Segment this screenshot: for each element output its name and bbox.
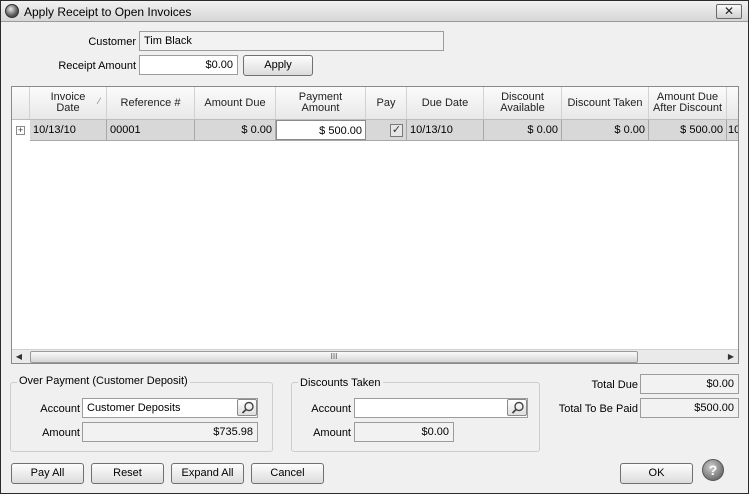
payment-amount-input[interactable]: $ 500.00 [276,120,366,140]
discounts-account-label: Account [311,403,351,415]
total-due-label: Total Due [591,379,638,391]
cell-discount-available: $ 0.00 [484,120,562,140]
cell-amount-due-after-discount: $ 500.00 [649,120,727,140]
search-icon [511,401,524,414]
total-to-be-paid-field: $500.00 [640,398,739,418]
expand-row-icon[interactable]: + [16,126,25,135]
reset-button[interactable]: Reset [91,463,164,484]
discounts-account-input[interactable] [354,398,528,418]
cell-due-date: 10/13/10 [407,120,484,140]
scroll-grip: III [330,352,338,361]
discounts-title: Discounts Taken [298,377,383,389]
pay-all-button[interactable]: Pay All [11,463,84,484]
title-bar: Apply Receipt to Open Invoices ✕ [1,1,748,22]
customer-label: Customer [88,36,136,48]
column-overflow [727,87,738,119]
cancel-button[interactable]: Cancel [251,463,324,484]
grid-header: Invoice Date ⁄ Reference # Amount Due Pa… [12,87,738,120]
cell-amount-due: $ 0.00 [195,120,276,140]
column-discount-available[interactable]: Discount Available [484,87,562,119]
column-discount-taken[interactable]: Discount Taken [562,87,649,119]
column-amount-due[interactable]: Amount Due [195,87,276,119]
column-invoice-date[interactable]: Invoice Date ⁄ [30,87,107,119]
overpayment-amount-field: $735.98 [82,422,258,442]
column-amount-due-after-discount[interactable]: Amount Due After Discount [649,87,727,119]
receipt-amount-input[interactable]: $0.00 [139,55,238,75]
discounts-amount-label: Amount [313,427,351,439]
discounts-account-lookup-button[interactable] [507,399,527,416]
invoices-grid: Invoice Date ⁄ Reference # Amount Due Pa… [11,86,739,364]
ok-button[interactable]: OK [620,463,693,484]
apply-receipt-dialog: Apply Receipt to Open Invoices ✕ Custome… [0,0,749,494]
receipt-amount-label: Receipt Amount [58,60,136,72]
overpayment-account-input[interactable]: Customer Deposits [82,398,258,418]
column-invoice-date-label: Invoice Date [50,91,86,114]
pay-checkbox[interactable]: ✓ [390,124,403,137]
column-due-date[interactable]: Due Date [407,87,484,119]
cell-overflow: 10 [728,124,738,136]
horizontal-scrollbar[interactable]: ◀ III ▶ [12,349,738,363]
overpayment-amount-label: Amount [42,427,80,439]
close-button[interactable]: ✕ [716,4,742,19]
sort-icon: ⁄ [98,96,100,106]
table-row[interactable]: 10/13/10 00001 $ 0.00 $ 500.00 10/13/10 … [30,120,738,141]
scroll-thumb[interactable]: III [30,351,638,363]
column-pay[interactable]: Pay [366,87,407,119]
cell-discount-taken: $ 0.00 [562,120,649,140]
header-expander [12,87,30,119]
app-icon [5,4,19,18]
overpayment-account-label: Account [40,403,80,415]
column-reference[interactable]: Reference # [107,87,195,119]
customer-field: Tim Black [139,31,444,51]
close-icon: ✕ [723,4,735,18]
search-icon [241,401,254,414]
overpayment-account-lookup-button[interactable] [237,399,257,416]
expand-all-button[interactable]: Expand All [171,463,244,484]
apply-button[interactable]: Apply [243,55,313,76]
cell-invoice-date: 10/13/10 [30,120,107,140]
discounts-amount-field: $0.00 [354,422,454,442]
window-title: Apply Receipt to Open Invoices [24,5,192,19]
total-due-field: $0.00 [640,374,739,394]
total-to-be-paid-label: Total To Be Paid [558,403,638,415]
cell-reference: 00001 [107,120,195,140]
overpayment-title: Over Payment (Customer Deposit) [17,375,190,387]
column-payment-amount[interactable]: Payment Amount [276,87,366,119]
scroll-right-icon[interactable]: ▶ [724,351,738,363]
help-icon[interactable]: ? [702,459,724,481]
scroll-left-icon[interactable]: ◀ [12,351,26,363]
